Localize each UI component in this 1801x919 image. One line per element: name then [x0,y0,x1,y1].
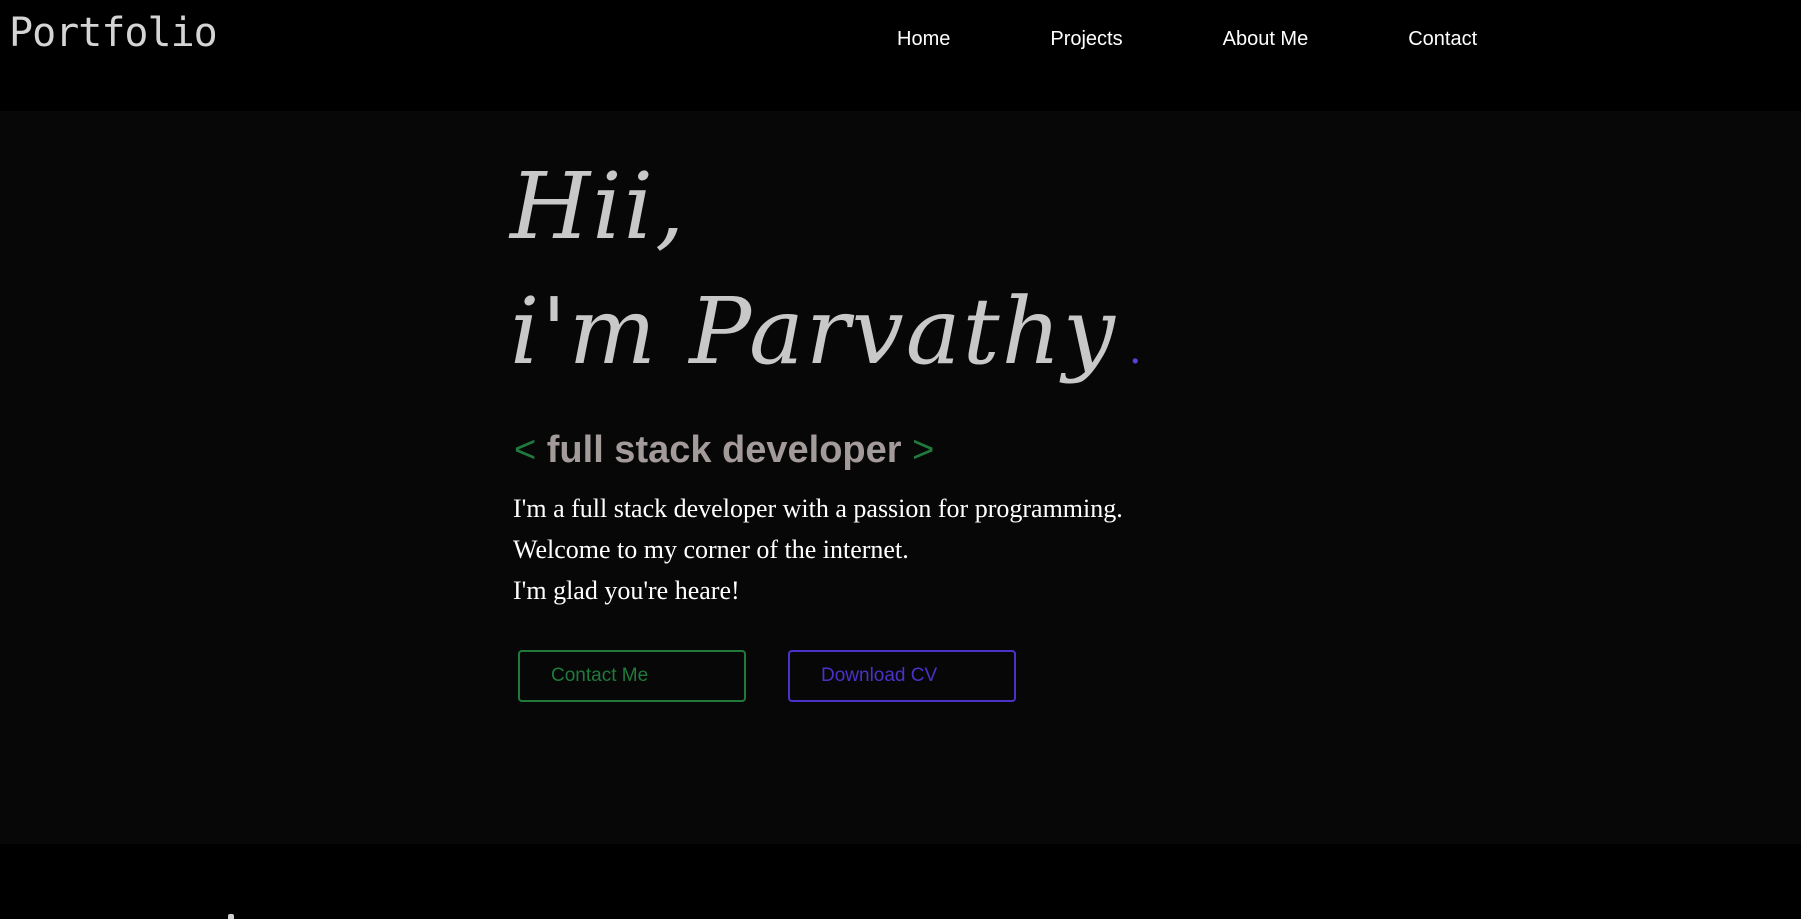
intro-line-2: Welcome to my corner of the internet. [513,535,909,564]
hero-name-line: i'm Parvathy. [510,286,1144,378]
role-open-bracket: < [514,429,537,471]
role-text: full stack developer [546,429,902,471]
hero-name: i'm Parvathy [510,278,1117,385]
download-cv-button[interactable]: Download CV [788,650,1016,702]
hero-name-dot: . [1128,327,1144,373]
intro-line-1: I'm a full stack developer with a passio… [513,494,1123,523]
next-section-heading-fragment [228,914,234,919]
nav-home-link[interactable]: Home [897,28,950,51]
hero-section: Hii, i'm Parvathy. < full stack develope… [0,111,1801,844]
contact-me-button[interactable]: Contact Me [518,650,746,702]
nav-projects-link[interactable]: Projects [1050,28,1122,51]
next-section [0,844,1801,919]
hero-intro: I'm a full stack developer with a passio… [513,488,1123,611]
nav-links: Home Projects About Me Contact [897,28,1477,51]
role-close-bracket: > [912,429,935,471]
navbar: Portfolio Home Projects About Me Contact [0,0,1801,111]
hero-greeting: Hii, [510,153,687,260]
site-logo[interactable]: Portfolio [9,10,218,56]
hero-role: < full stack developer > [514,429,934,472]
nav-contact-link[interactable]: Contact [1408,28,1477,51]
intro-line-3: I'm glad you're heare! [513,576,740,605]
nav-about-link[interactable]: About Me [1223,28,1309,51]
